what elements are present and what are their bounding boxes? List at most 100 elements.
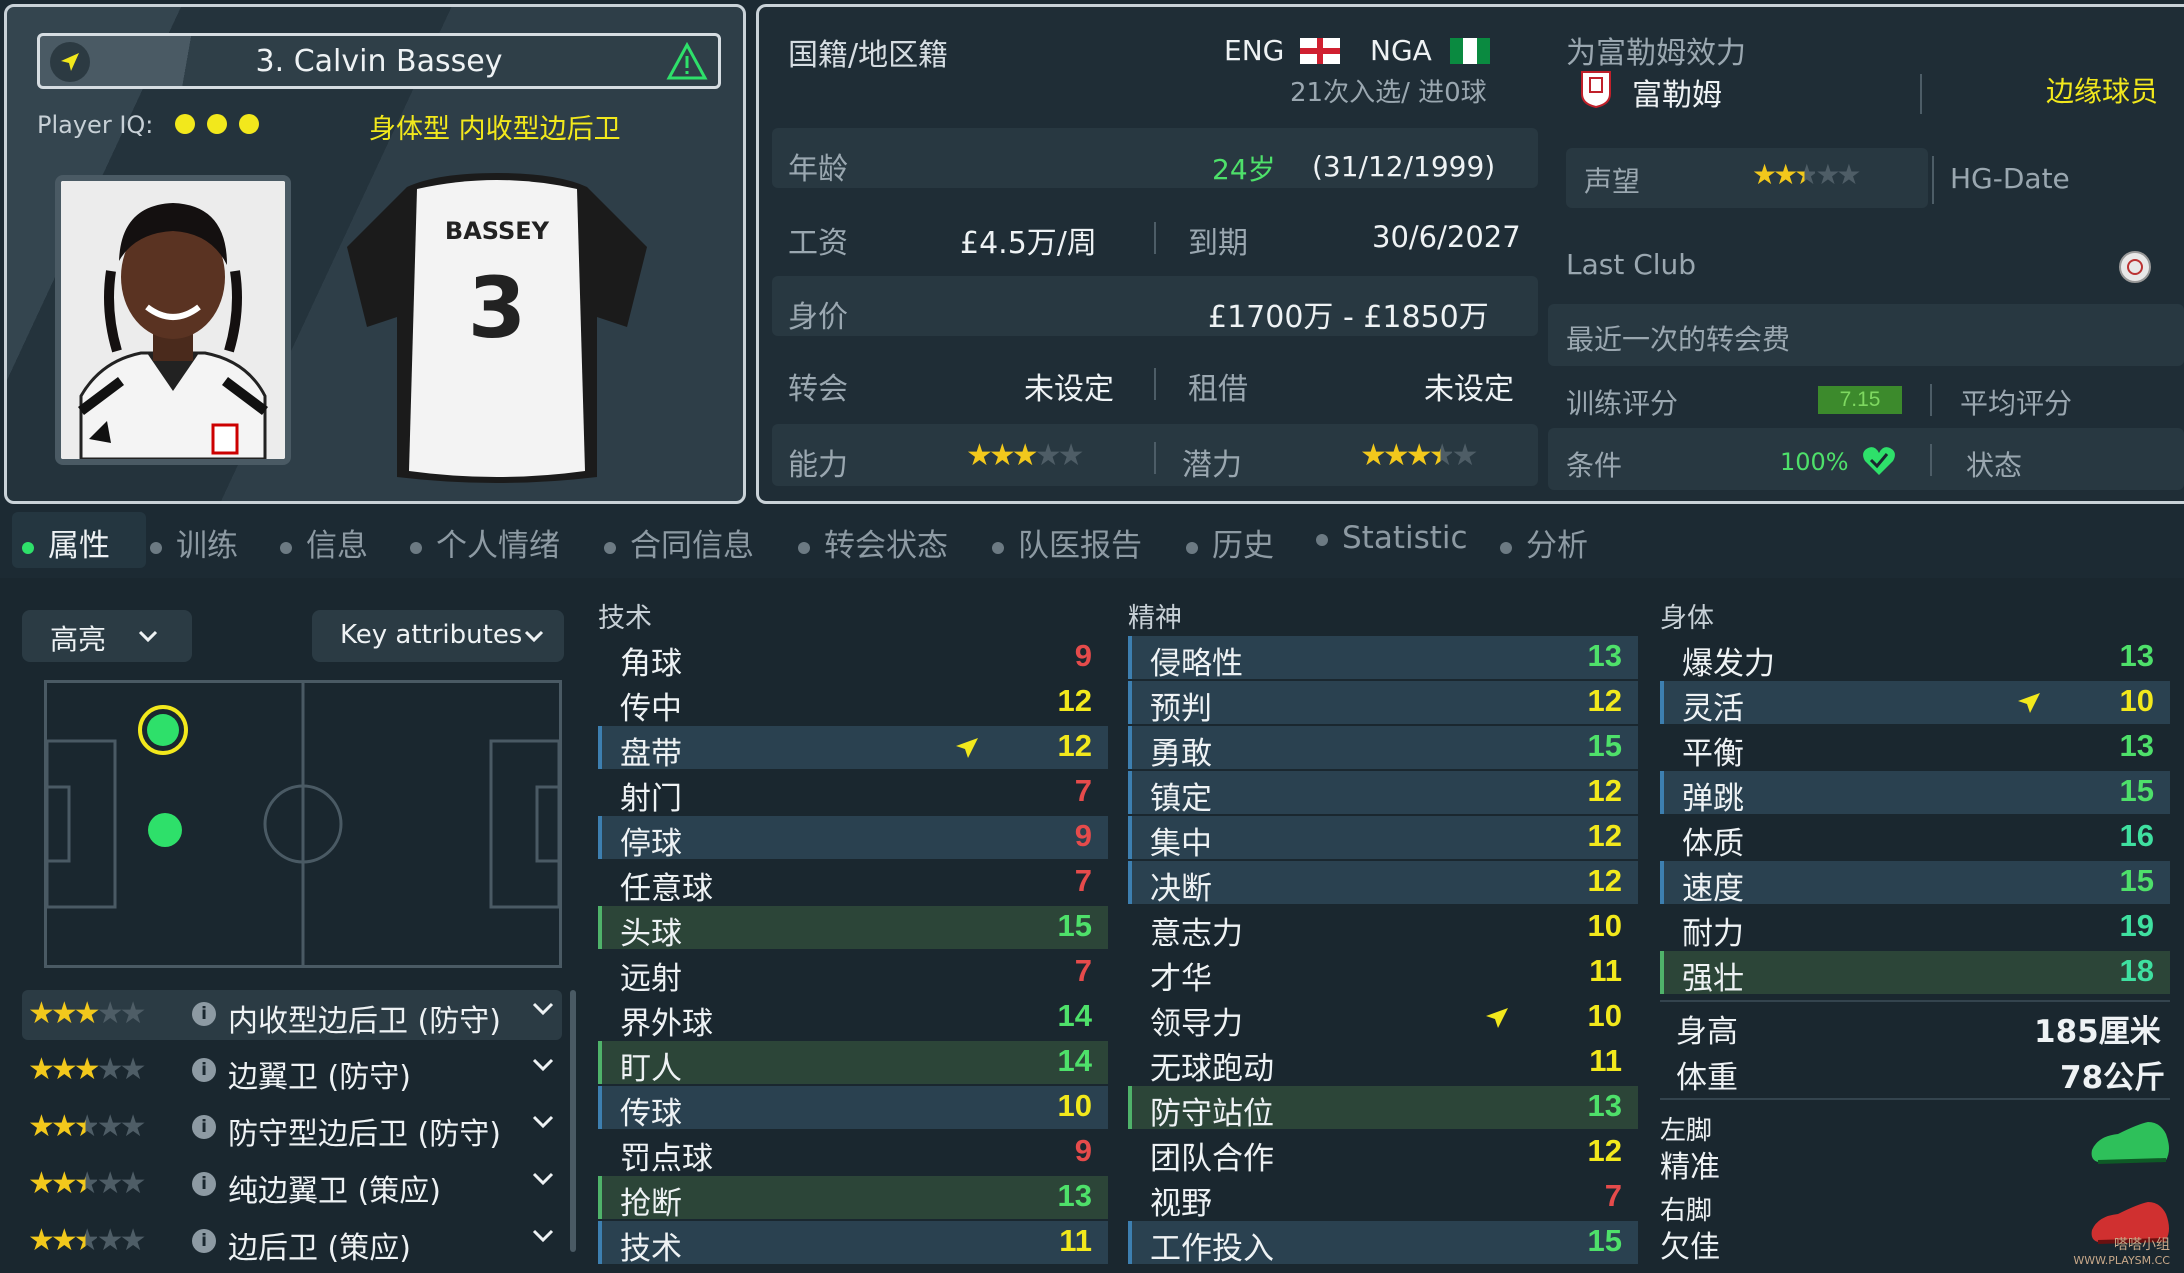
- chevron-down-icon[interactable]: [532, 1115, 554, 1129]
- chevron-down-icon[interactable]: [532, 1058, 554, 1072]
- tab-statistic[interactable]: Statistic: [1316, 520, 1468, 556]
- condition-value: 100%: [1780, 448, 1849, 476]
- attribute-row[interactable]: 意志力 10: [1128, 906, 1638, 952]
- attribute-row[interactable]: 视野 7: [1128, 1176, 1638, 1222]
- attribute-row[interactable]: 决断 12: [1128, 861, 1638, 907]
- attribute-row[interactable]: 技术 11: [598, 1221, 1108, 1267]
- role-row[interactable]: ★★★★★ i 防守型边后卫 (防守): [22, 1103, 562, 1153]
- warning-icon[interactable]: [666, 41, 708, 89]
- attribute-value: 12: [1587, 818, 1622, 853]
- tab-analysis[interactable]: 分析: [1500, 520, 1588, 565]
- attribute-row[interactable]: 停球 9: [598, 816, 1108, 862]
- attribute-row[interactable]: 耐力 19: [1660, 906, 2170, 952]
- attribute-name: 防守站位: [1150, 1096, 1274, 1132]
- attribute-value: 10: [1587, 998, 1622, 1033]
- attribute-row[interactable]: 侵略性 13: [1128, 636, 1638, 682]
- attribute-name: 盯人: [620, 1051, 682, 1087]
- attribute-row[interactable]: 弹跳 15: [1660, 771, 2170, 817]
- attribute-row[interactable]: 集中 12: [1128, 816, 1638, 862]
- potential-stars: ★★★★★: [1360, 438, 1478, 473]
- attribute-row[interactable]: 才华 11: [1128, 951, 1638, 997]
- info-icon[interactable]: i: [192, 1229, 216, 1253]
- attribute-row[interactable]: 灵活 10: [1660, 681, 2170, 727]
- attribute-row[interactable]: 速度 15: [1660, 861, 2170, 907]
- attribute-row[interactable]: 远射 7: [598, 951, 1108, 997]
- attribute-value: 7: [1604, 1178, 1622, 1213]
- player-role-description: 身体型 内收型边后卫: [369, 114, 621, 145]
- attribute-name: 侵略性: [1150, 646, 1243, 682]
- wage-label: 工资: [788, 226, 848, 261]
- attribute-value: 7: [1074, 953, 1092, 988]
- attribute-row[interactable]: 爆发力 13: [1660, 636, 2170, 682]
- tab-info[interactable]: 信息: [280, 520, 368, 565]
- attribute-row[interactable]: 预判 12: [1128, 681, 1638, 727]
- attribute-row[interactable]: 平衡 13: [1660, 726, 2170, 772]
- roles-scrollbar[interactable]: [570, 990, 576, 1252]
- attribute-row[interactable]: 无球跑动 11: [1128, 1041, 1638, 1087]
- attribute-value: 9: [1074, 638, 1092, 673]
- chevron-down-icon[interactable]: [532, 1002, 554, 1016]
- attribute-row[interactable]: 团队合作 12: [1128, 1131, 1638, 1177]
- divider: [1154, 442, 1156, 474]
- attribute-row[interactable]: 领导力 10: [1128, 996, 1638, 1042]
- attribute-row[interactable]: 工作投入 15: [1128, 1221, 1638, 1267]
- player-iq-label: Player IQ:: [37, 111, 154, 139]
- accomplished-position-marker[interactable]: [148, 813, 182, 847]
- squad-status: 边缘球员: [2046, 75, 2159, 108]
- info-icon[interactable]: i: [192, 1115, 216, 1139]
- age-label: 年龄: [788, 152, 848, 187]
- natural-position-marker[interactable]: [138, 705, 188, 755]
- attribute-value: 11: [1059, 1223, 1092, 1258]
- player-name-box[interactable]: 3. Calvin Bassey: [37, 33, 721, 89]
- attribute-row[interactable]: 头球 15: [598, 906, 1108, 952]
- attribute-row[interactable]: 勇敢 15: [1128, 726, 1638, 772]
- attribute-name: 镇定: [1150, 781, 1212, 817]
- tab-attributes[interactable]: 属性: [22, 520, 110, 565]
- progress-arrow-icon: [956, 738, 978, 758]
- last-club-crest-icon[interactable]: [2118, 250, 2152, 291]
- key-attributes-dropdown[interactable]: Key attributes: [312, 610, 564, 662]
- tab-transfer-status[interactable]: 转会状态: [798, 520, 948, 565]
- highlight-dropdown[interactable]: 高亮: [22, 610, 192, 662]
- iq-dot: [175, 114, 195, 134]
- attribute-name: 弹跳: [1682, 781, 1744, 817]
- attribute-row[interactable]: 盘带 12: [598, 726, 1108, 772]
- tab-personal-mood[interactable]: 个人情绪: [410, 520, 560, 565]
- player-photo: [55, 175, 291, 465]
- chevron-down-icon[interactable]: [532, 1229, 554, 1243]
- attribute-row[interactable]: 界外球 14: [598, 996, 1108, 1042]
- attribute-row[interactable]: 射门 7: [598, 771, 1108, 817]
- role-row[interactable]: ★★★★★ i 内收型边后卫 (防守): [22, 990, 562, 1040]
- info-icon[interactable]: i: [192, 1002, 216, 1026]
- role-row[interactable]: ★★★★★ i 边后卫 (策应): [22, 1217, 562, 1267]
- tab-training[interactable]: 训练: [150, 520, 238, 565]
- club-name[interactable]: 富勒姆: [1632, 70, 1722, 114]
- attribute-row[interactable]: 强壮 18: [1660, 951, 2170, 997]
- tab-medical-report[interactable]: 队医报告: [992, 520, 1142, 565]
- attribute-row[interactable]: 罚点球 9: [598, 1131, 1108, 1177]
- info-icon[interactable]: i: [192, 1172, 216, 1196]
- attribute-row[interactable]: 角球 9: [598, 636, 1108, 682]
- attribute-value: 13: [2119, 728, 2154, 763]
- attribute-row[interactable]: 任意球 7: [598, 861, 1108, 907]
- attribute-row[interactable]: 抢断 13: [598, 1176, 1108, 1222]
- tab-history[interactable]: 历史: [1186, 520, 1274, 565]
- info-icon[interactable]: i: [192, 1058, 216, 1082]
- nationality-eng: ENG: [1224, 34, 1285, 67]
- divider: [1660, 1000, 2170, 1002]
- attribute-value: 12: [1587, 773, 1622, 808]
- nationality-nga: NGA: [1370, 34, 1432, 67]
- role-row[interactable]: ★★★★★ i 边翼卫 (防守): [22, 1046, 562, 1096]
- attribute-row[interactable]: 镇定 12: [1128, 771, 1638, 817]
- chevron-down-icon[interactable]: [532, 1172, 554, 1186]
- attribute-row[interactable]: 传中 12: [598, 681, 1108, 727]
- weight-label: 体重: [1676, 1060, 1738, 1096]
- role-row[interactable]: ★★★★★ i 纯边翼卫 (策应): [22, 1160, 562, 1210]
- attribute-row[interactable]: 防守站位 13: [1128, 1086, 1638, 1132]
- tab-contract[interactable]: 合同信息: [604, 520, 754, 565]
- heart-icon: [1862, 446, 1896, 483]
- attribute-name: 预判: [1150, 691, 1212, 727]
- attribute-row[interactable]: 体质 16: [1660, 816, 2170, 862]
- attribute-row[interactable]: 传球 10: [598, 1086, 1108, 1132]
- attribute-row[interactable]: 盯人 14: [598, 1041, 1108, 1087]
